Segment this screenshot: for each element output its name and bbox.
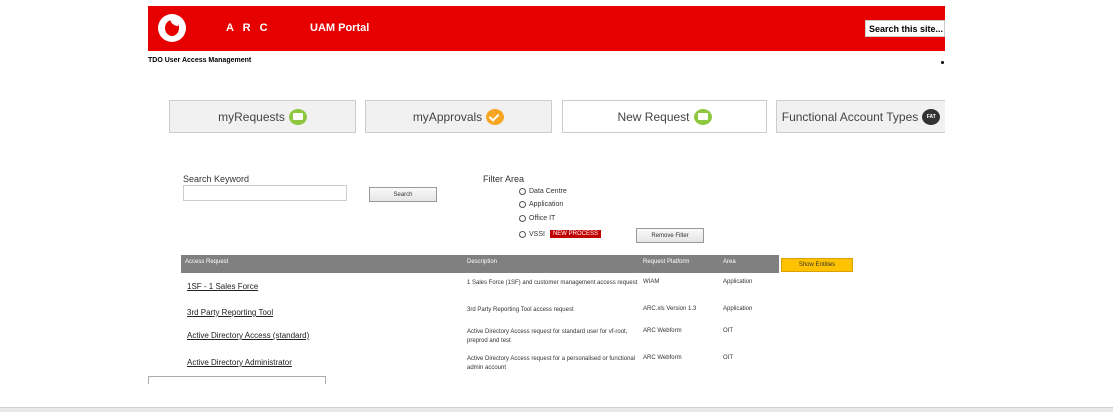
search-keyword-label: Search Keyword xyxy=(183,174,250,184)
column-header[interactable]: Request Platform xyxy=(643,259,689,265)
row-area: Application xyxy=(723,306,753,312)
checkmark-icon xyxy=(486,108,505,125)
filter-option-office-it[interactable]: Office IT xyxy=(519,215,555,222)
access-request-link[interactable]: 3rd Party Reporting Tool xyxy=(187,308,273,317)
floating-dropdown-panel[interactable] xyxy=(148,376,326,384)
row-area: OIT xyxy=(723,355,733,361)
row-area: Application xyxy=(723,279,753,285)
menu-dot-icon xyxy=(941,61,944,64)
row-platform: WIAM xyxy=(643,279,660,285)
row-platform: ARC Webform xyxy=(643,355,682,361)
show-entities-button[interactable]: Show Entities xyxy=(781,258,853,272)
tab-new-request[interactable]: New Request xyxy=(562,100,767,133)
row-description: Active Directory Access request for a pe… xyxy=(467,356,636,371)
tab-my-requests[interactable]: myRequests xyxy=(169,100,356,133)
access-request-link[interactable]: Active Directory Access (standard) xyxy=(187,331,309,340)
fat-icon: FAT xyxy=(922,108,941,125)
tab-label: myApprovals xyxy=(412,109,483,124)
radio-button[interactable] xyxy=(519,215,526,222)
filter-option-data-centre[interactable]: Data Centre xyxy=(519,188,567,195)
envelope-icon xyxy=(288,108,307,125)
tab-functional-account-types[interactable]: Functional Account Types FAT xyxy=(776,100,945,133)
top-navigation-bar: A R C UAM Portal Search this site... xyxy=(148,6,945,51)
tab-label: Functional Account Types xyxy=(781,109,919,124)
row-description: 3rd Party Reporting Tool access request xyxy=(467,307,574,313)
column-header[interactable]: Description xyxy=(467,259,497,265)
access-request-link[interactable]: Active Directory Administrator xyxy=(187,358,292,367)
row-platform: ARC Webform xyxy=(643,328,682,334)
new-envelope-icon xyxy=(693,108,712,125)
site-search-input[interactable]: Search this site... xyxy=(865,20,945,37)
horizontal-scrollbar[interactable] xyxy=(0,407,1113,412)
nav-uam-portal-link[interactable]: UAM Portal xyxy=(310,22,369,34)
tab-label: myRequests xyxy=(218,109,285,124)
filter-area-label: Filter Area xyxy=(483,174,525,184)
new-process-badge: NEW PROCESS xyxy=(549,230,601,238)
column-header[interactable]: Area xyxy=(723,259,736,265)
filter-option-label: Office IT xyxy=(529,215,556,222)
radio-button[interactable] xyxy=(519,201,526,208)
column-header[interactable]: Access Request xyxy=(185,259,228,265)
filter-option-vssi[interactable]: VSSI NEW PROCESS xyxy=(519,230,601,238)
filter-option-label: VSSI xyxy=(529,230,545,238)
row-area: OIT xyxy=(723,328,733,334)
row-description: 1 Sales Force (1SF) and customer managem… xyxy=(467,280,638,286)
nav-arc-link[interactable]: A R C xyxy=(226,22,271,34)
tab-my-approvals[interactable]: myApprovals xyxy=(365,100,552,133)
radio-button[interactable] xyxy=(519,188,526,195)
access-request-link[interactable]: 1SF - 1 Sales Force xyxy=(187,282,258,291)
tab-label: New Request xyxy=(617,109,690,124)
filter-option-label: Application xyxy=(529,201,564,208)
radio-button[interactable] xyxy=(519,230,526,238)
row-platform: ARC.xls Version 1.3 xyxy=(643,306,697,312)
table-header: Access Request Description Request Platf… xyxy=(181,255,779,273)
vodafone-logo-icon[interactable] xyxy=(158,14,186,42)
row-description: Active Directory Access request for stan… xyxy=(467,329,628,344)
remove-filter-button[interactable]: Remove Filter xyxy=(636,228,704,243)
filter-option-label: Data Centre xyxy=(529,188,567,195)
search-button[interactable]: Search xyxy=(369,187,437,202)
search-keyword-input[interactable] xyxy=(183,185,347,201)
filter-option-application[interactable]: Application xyxy=(519,201,563,208)
page-title: TDO User Access Management xyxy=(148,57,252,64)
